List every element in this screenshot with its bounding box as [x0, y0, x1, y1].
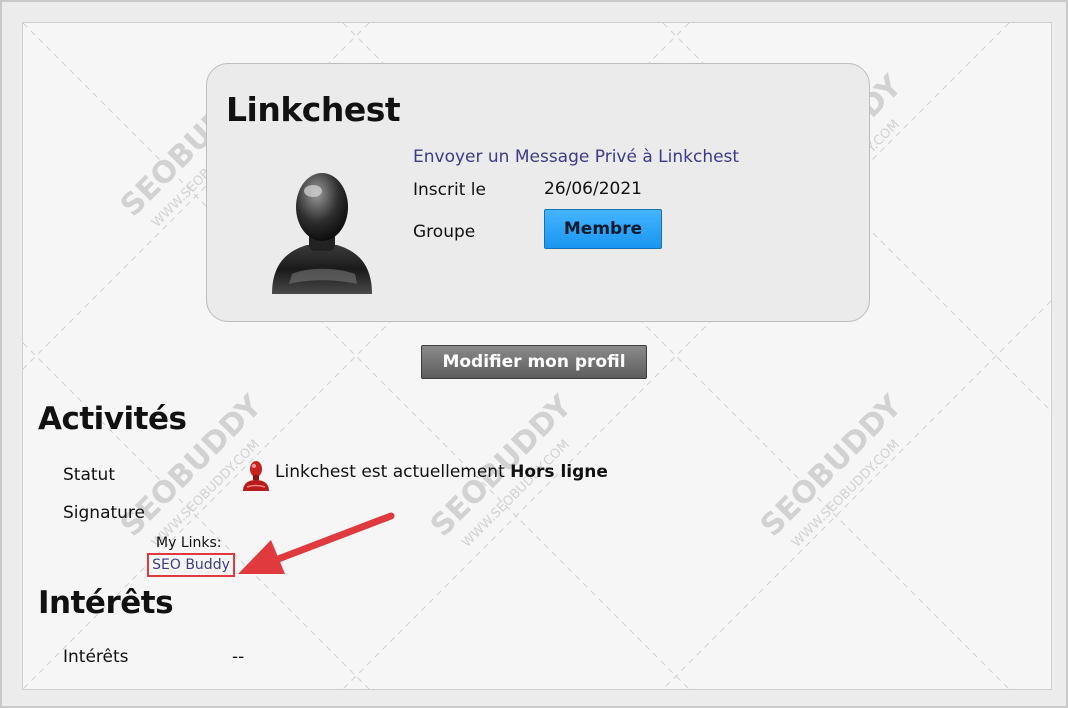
arrow-annotation-icon: [238, 512, 395, 574]
status-value: Hors ligne: [510, 462, 608, 482]
signature-label: Signature: [63, 503, 146, 523]
signature-link[interactable]: SEO Buddy: [147, 553, 235, 577]
private-message-link[interactable]: Envoyer un Message Privé à Linkchest: [413, 147, 739, 167]
status-prefix: Linkchest est actuellement: [275, 462, 505, 482]
user-offline-icon: [243, 461, 269, 491]
status-text: Linkchest est actuellement Hors ligne: [275, 462, 608, 482]
profile-card: Linkchest Envoyer un Message Privé à Lin…: [206, 63, 870, 322]
profile-username: Linkchest: [226, 90, 401, 129]
interests-label: Intérêts: [63, 647, 129, 667]
svg-text:WWW.SEOBUDDY.COM: WWW.SEOBUDDY.COM: [459, 437, 573, 551]
signature-heading: My Links:: [156, 535, 222, 551]
registered-label: Inscrit le: [413, 180, 486, 200]
group-badge-button[interactable]: Membre: [544, 209, 662, 249]
status-label: Statut: [63, 465, 115, 485]
svg-text:SEOBUDDY: SEOBUDDY: [754, 388, 910, 544]
edit-profile-button[interactable]: Modifier mon profil: [421, 345, 647, 379]
profile-page: SEOBUDDY WWW.SEOBUDDY.COM SEOBUDDY WWW.S…: [22, 22, 1052, 690]
registered-date: 26/06/2021: [544, 179, 642, 199]
svg-text:WWW.SEOBUDDY.COM: WWW.SEOBUDDY.COM: [789, 437, 903, 551]
avatar-icon: [272, 173, 372, 294]
interests-heading: Intérêts: [38, 585, 174, 621]
group-label: Groupe: [413, 222, 476, 242]
activities-heading: Activités: [38, 401, 187, 437]
screenshot-frame: SEOBUDDY WWW.SEOBUDDY.COM SEOBUDDY WWW.S…: [0, 0, 1068, 708]
interests-value: --: [232, 647, 245, 667]
